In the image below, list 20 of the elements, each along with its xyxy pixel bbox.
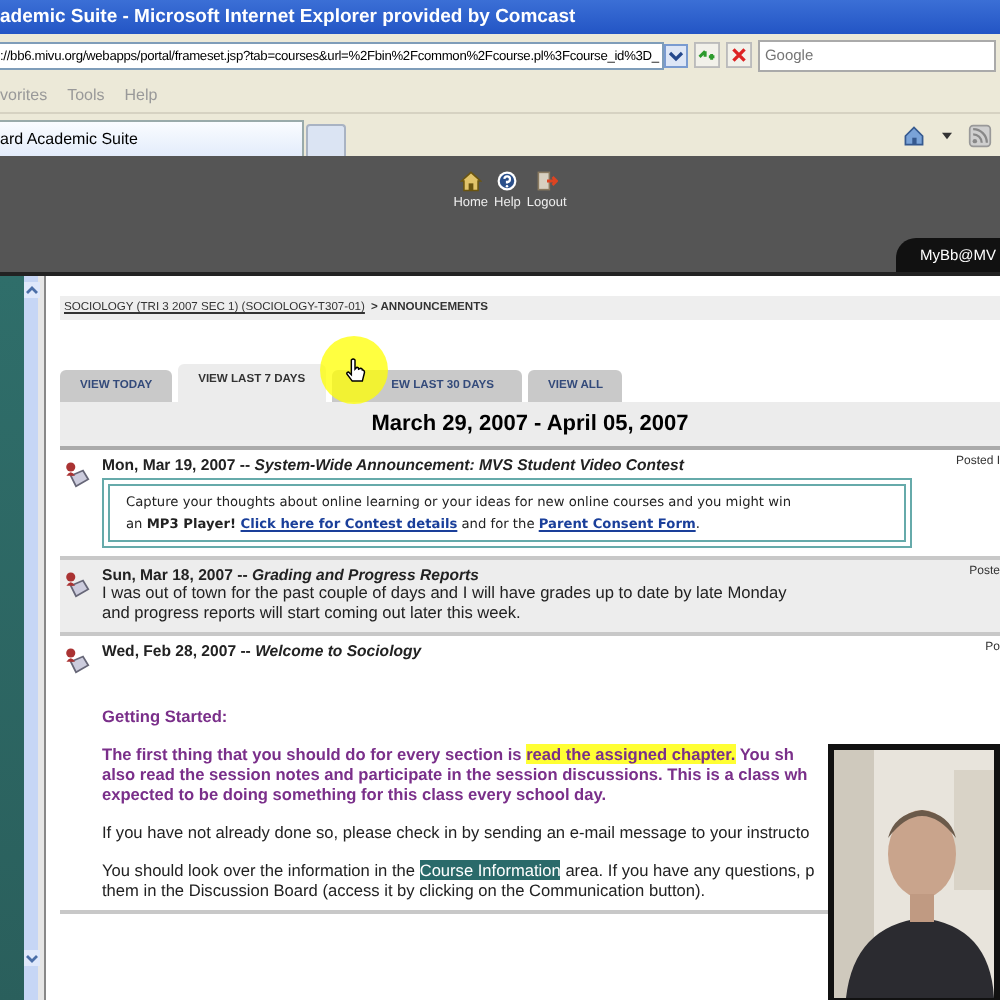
stop-icon[interactable] <box>726 42 753 68</box>
section-heading: Getting Started: <box>102 708 230 728</box>
announcement-icon <box>62 646 90 674</box>
refresh-icon[interactable] <box>694 42 721 68</box>
paragraph: If you have not already done so, please check in by sending an e-mail message to your instructo <box>102 823 812 844</box>
hand-cursor-icon <box>344 358 366 384</box>
browser-tab[interactable]: ard Academic Suite <box>0 120 304 156</box>
feed-icon[interactable] <box>968 124 992 148</box>
date-range: March 29, 2007 - April 05, 2007 <box>371 412 689 436</box>
announcement-icon <box>62 570 90 599</box>
caret-icon[interactable] <box>942 132 952 140</box>
paragraph: I was out of town for the past couple of days and I will have grades up to date by late Monday and progress reports will start coming out later this week. <box>102 584 789 624</box>
home-icon[interactable] <box>902 124 926 148</box>
door-icon <box>535 170 558 192</box>
dropdown-icon[interactable] <box>664 43 689 67</box>
house-icon <box>459 170 482 192</box>
help-icon <box>496 170 519 192</box>
scrollbar[interactable] <box>24 276 44 1000</box>
window-title: ademic Suite - Microsoft Internet Explorer provided by Comcast <box>0 6 576 28</box>
announcement-icon <box>62 460 90 488</box>
